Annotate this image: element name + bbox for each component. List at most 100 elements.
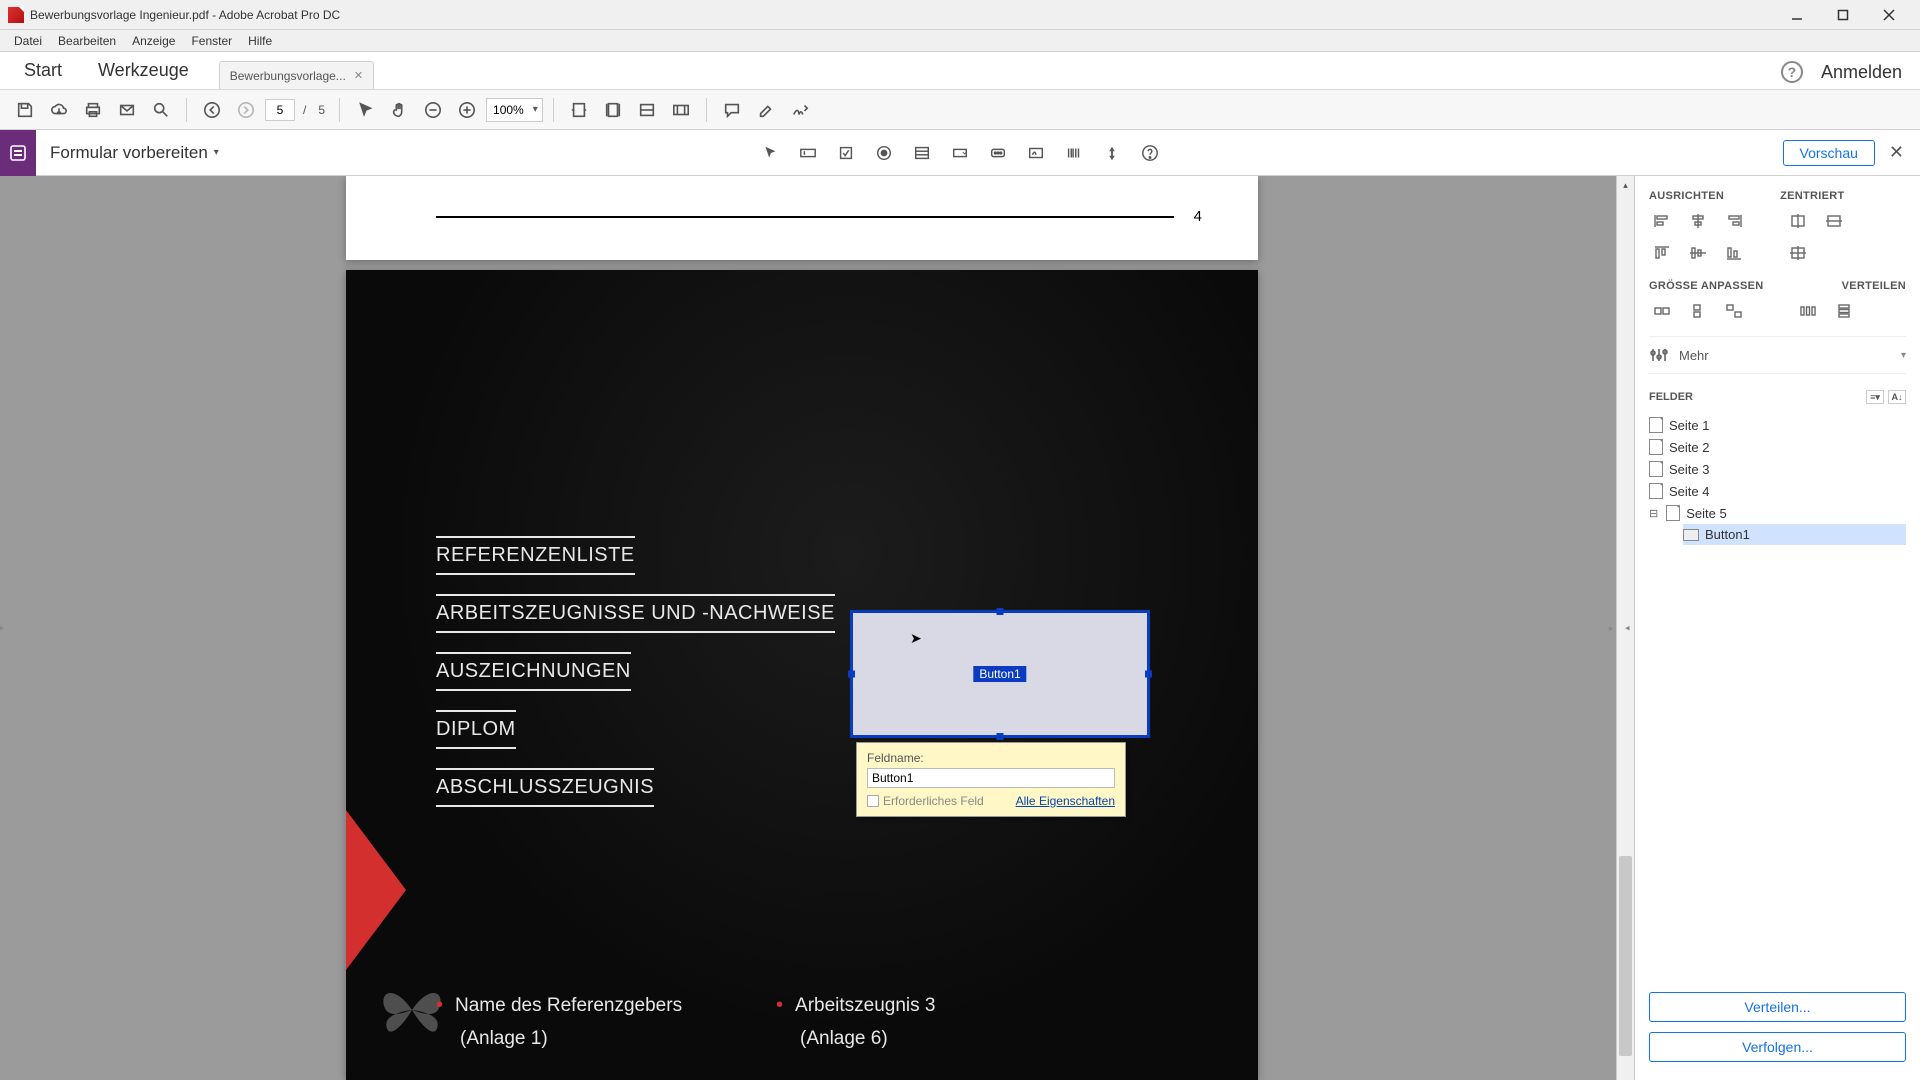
sign-in-link[interactable]: Anmelden (1821, 62, 1902, 83)
menu-anzeige[interactable]: Anzeige (124, 32, 183, 50)
read-mode-icon[interactable] (666, 95, 696, 125)
resize-handle-left[interactable] (848, 671, 855, 678)
fit-page-icon[interactable] (598, 95, 628, 125)
distribute-h-icon[interactable] (1795, 300, 1821, 322)
more-dropdown[interactable]: Mehr ▾ (1649, 336, 1906, 374)
close-context-icon[interactable]: ✕ (1889, 142, 1904, 163)
resize-handle-bottom[interactable] (997, 733, 1004, 740)
tab-werkzeuge[interactable]: Werkzeuge (80, 52, 207, 89)
distribute-v-icon[interactable] (1831, 300, 1857, 322)
signature-icon[interactable] (785, 95, 815, 125)
distribute-form-button[interactable]: Verteilen... (1649, 992, 1906, 1022)
right-panel-collapser-icon[interactable]: ▸ (1606, 608, 1616, 648)
checkbox-icon (867, 795, 879, 807)
bullet-col1-line1: Name des Referenzgebers (436, 989, 716, 1021)
align-middle-icon[interactable] (1685, 242, 1711, 264)
menu-datei[interactable]: Datei (6, 32, 50, 50)
more-label: Mehr (1679, 348, 1891, 363)
radio-icon[interactable] (869, 138, 899, 168)
center-h-icon[interactable] (1785, 210, 1811, 232)
center-both-icon[interactable] (1785, 242, 1811, 264)
match-both-icon[interactable] (1721, 300, 1747, 322)
center-v-icon[interactable] (1821, 210, 1847, 232)
fields-tree: Seite 1 Seite 2 Seite 3 Seite 4 Seite 5 … (1649, 414, 1906, 545)
cloud-icon[interactable] (44, 95, 74, 125)
panel-expand-icon[interactable]: ◂ (1625, 623, 1630, 634)
hand-icon[interactable] (384, 95, 414, 125)
menu-hilfe[interactable]: Hilfe (240, 32, 280, 50)
maximize-button[interactable] (1820, 0, 1866, 30)
fieldname-input[interactable] (867, 768, 1115, 788)
sliders-icon (1649, 345, 1669, 365)
all-properties-link[interactable]: Alle Eigenschaften (1016, 794, 1115, 808)
bullet-col1-line2: (Anlage 1) (436, 1022, 716, 1054)
tab-start[interactable]: Start (6, 52, 80, 89)
fields-header: FELDER ≡▾ A↓ (1649, 390, 1906, 404)
align-header: AUSRICHTEN (1649, 190, 1724, 202)
page-node-2[interactable]: Seite 2 (1649, 436, 1906, 458)
page-number-input[interactable] (265, 99, 295, 121)
form-help-icon[interactable] (1135, 138, 1165, 168)
required-checkbox[interactable]: Erforderliches Feld (867, 794, 984, 808)
dropdown-icon[interactable] (945, 138, 975, 168)
text-field-icon[interactable] (793, 138, 823, 168)
button-field-icon[interactable] (983, 138, 1013, 168)
form-field-button1[interactable]: Button1 (850, 610, 1150, 738)
comment-icon[interactable] (717, 95, 747, 125)
match-width-icon[interactable] (1649, 300, 1675, 322)
document-tab[interactable]: Bewerbungsvorlage... ✕ (219, 61, 374, 89)
form-tool-icon[interactable] (0, 130, 36, 176)
tab-order-icon[interactable] (1097, 138, 1127, 168)
align-left-icon[interactable] (1649, 210, 1675, 232)
sort-az-icon[interactable]: A↓ (1888, 390, 1906, 404)
menubar: Datei Bearbeiten Anzeige Fenster Hilfe (0, 30, 1920, 52)
field-node-button1[interactable]: Button1 (1683, 524, 1906, 545)
search-icon[interactable] (146, 95, 176, 125)
section-abschlusszeugnis: ABSCHLUSSZEUGNIS (436, 768, 654, 807)
help-icon[interactable]: ? (1781, 61, 1803, 83)
barcode-icon[interactable] (1059, 138, 1089, 168)
page-node-1[interactable]: Seite 1 (1649, 414, 1906, 436)
listbox-icon[interactable] (907, 138, 937, 168)
next-view-icon[interactable] (231, 95, 261, 125)
left-panel-expander-icon[interactable]: ▸ (0, 623, 5, 634)
context-title[interactable]: Formular vorbereiten (36, 143, 233, 163)
zoom-in-icon[interactable] (452, 95, 482, 125)
print-icon[interactable] (78, 95, 108, 125)
menu-fenster[interactable]: Fenster (183, 32, 240, 50)
mail-icon[interactable] (112, 95, 142, 125)
highlight-icon[interactable] (751, 95, 781, 125)
match-height-icon[interactable] (1685, 300, 1711, 322)
menu-bearbeiten[interactable]: Bearbeiten (50, 32, 124, 50)
page-icon (1649, 461, 1663, 477)
page-node-4[interactable]: Seite 4 (1649, 480, 1906, 502)
select-tool-icon[interactable] (755, 138, 785, 168)
digital-sign-icon[interactable] (1021, 138, 1051, 168)
align-top-icon[interactable] (1649, 242, 1675, 264)
align-bottom-icon[interactable] (1721, 242, 1747, 264)
page-icon (1649, 483, 1663, 499)
track-form-button[interactable]: Verfolgen... (1649, 1032, 1906, 1062)
align-center-h-icon[interactable] (1685, 210, 1711, 232)
close-tab-icon[interactable]: ✕ (354, 69, 363, 82)
checkbox-icon[interactable] (831, 138, 861, 168)
align-right-icon[interactable] (1721, 210, 1747, 232)
scrollbar-thumb[interactable] (1619, 856, 1632, 1056)
scroll-up-icon[interactable]: ▴ (1617, 176, 1634, 194)
resize-handle-top[interactable] (997, 608, 1004, 615)
zoom-select[interactable]: 100% (486, 98, 543, 122)
sort-fields-icon[interactable]: ≡▾ (1866, 390, 1884, 404)
prev-view-icon[interactable] (197, 95, 227, 125)
minimize-button[interactable] (1774, 0, 1820, 30)
window-close-button[interactable] (1866, 0, 1912, 30)
resize-handle-right[interactable] (1145, 671, 1152, 678)
preview-button[interactable]: Vorschau (1783, 140, 1875, 166)
selection-arrow-icon[interactable] (350, 95, 380, 125)
fit-width-icon[interactable] (564, 95, 594, 125)
document-area[interactable]: 4 REFERENZENLISTE ARBEITSZEUGNISSE UND -… (0, 176, 1634, 1080)
page-node-3[interactable]: Seite 3 (1649, 458, 1906, 480)
page-display-icon[interactable] (632, 95, 662, 125)
page-node-5[interactable]: Seite 5 (1649, 502, 1906, 524)
zoom-out-icon[interactable] (418, 95, 448, 125)
save-icon[interactable] (10, 95, 40, 125)
